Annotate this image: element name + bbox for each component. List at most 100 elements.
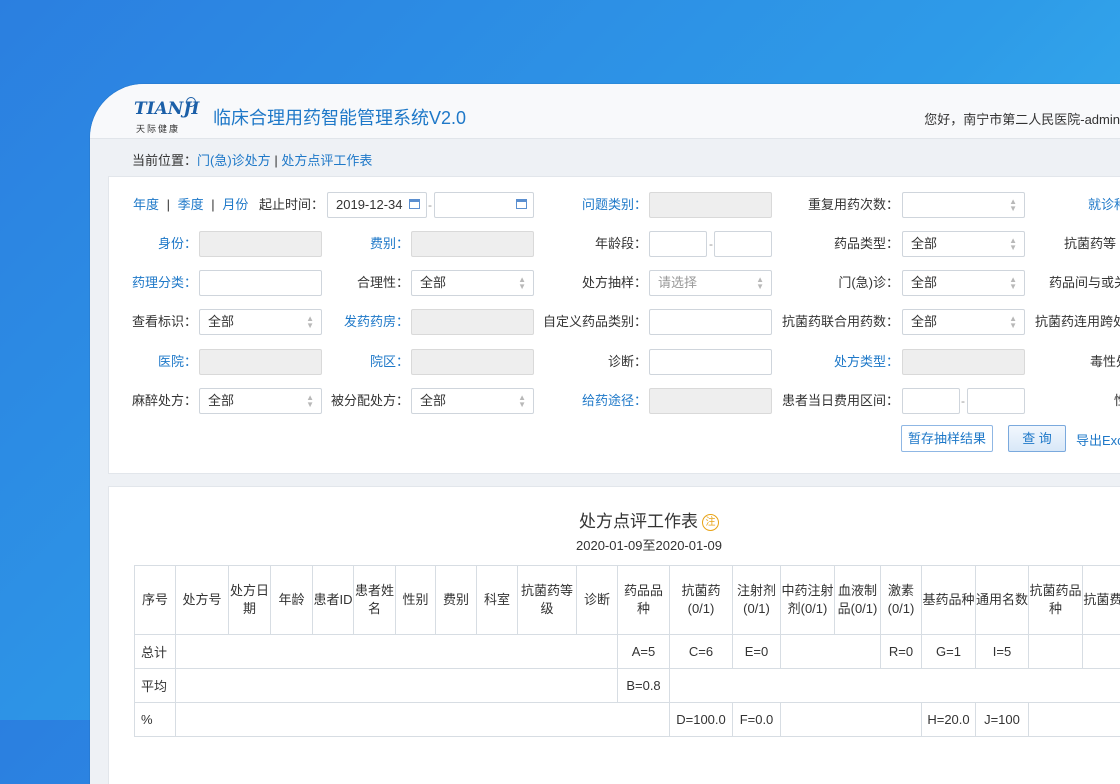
table-cell — [1029, 635, 1083, 669]
rx-type-input[interactable] — [902, 349, 1025, 375]
visit-type-label: 就诊种 — [1088, 192, 1120, 218]
column-header: 序号 — [135, 566, 176, 635]
period-year-link[interactable]: 年度 — [133, 197, 159, 212]
company-logo: TIANJI 天际健康 — [130, 99, 200, 139]
registered-mark-icon — [186, 97, 196, 107]
repeat-count-label: 重复用药次数： — [779, 192, 899, 218]
sampling-label: 处方抽样： — [549, 270, 647, 296]
user-greeting[interactable]: 您好，南宁市第二人民医院-admin — [924, 109, 1120, 128]
gender-label: 性 — [1114, 388, 1120, 414]
table-cell — [176, 635, 618, 669]
row-label: 平均 — [135, 669, 176, 703]
column-header: 血液制品(0/1) — [835, 566, 881, 635]
drug-type-select[interactable]: 全部 ▲▼ — [902, 231, 1025, 257]
antibacterial-grade-label: 抗菌药等 — [1064, 231, 1116, 257]
column-header: 年龄 — [271, 566, 313, 635]
cross-prescription-label: 抗菌药连用跨处 — [1035, 309, 1120, 335]
view-flag-select[interactable]: 全部 ▲▼ — [199, 309, 322, 335]
period-month-link[interactable]: 月份 — [222, 197, 248, 212]
sampling-select[interactable]: 请选择 ▲▼ — [649, 270, 772, 296]
table-cell — [781, 635, 881, 669]
dispensing-pharmacy-label: 发药药房： — [319, 309, 409, 335]
select-arrows-icon: ▲▼ — [1009, 315, 1017, 329]
hospital-input[interactable] — [199, 349, 322, 375]
report-panel: 处方点评工作表注 2020-01-09至2020-01-09 序号 处方号 处方… — [108, 486, 1120, 784]
calendar-icon[interactable] — [409, 199, 420, 209]
pharm-class-label: 药理分类： — [109, 270, 197, 296]
breadcrumb-current-page[interactable]: 处方点评工作表 — [281, 153, 372, 168]
table-cell: B=0.8 — [618, 669, 670, 703]
table-cell — [176, 669, 618, 703]
row-label: 总计 — [135, 635, 176, 669]
select-arrows-icon: ▲▼ — [518, 394, 526, 408]
start-date-input[interactable]: 2019-12-34 — [327, 192, 427, 218]
breadcrumb-prefix: 当前位置： — [132, 153, 197, 168]
diagnosis-label: 诊断： — [549, 349, 647, 375]
narcotic-select[interactable]: 全部 ▲▼ — [199, 388, 322, 414]
outpatient-select[interactable]: 全部 ▲▼ — [902, 270, 1025, 296]
column-header: 处方日期 — [229, 566, 271, 635]
column-header: 抗菌药(0/1) — [670, 566, 733, 635]
daily-cost-min-input[interactable] — [902, 388, 960, 414]
identity-input[interactable] — [199, 231, 322, 257]
rationality-label: 合理性： — [319, 270, 409, 296]
rationality-select[interactable]: 全部 ▲▼ — [411, 270, 534, 296]
column-header: 注射剂(0/1) — [733, 566, 781, 635]
calendar-icon[interactable] — [516, 199, 527, 209]
rationality-value: 全部 — [420, 275, 446, 290]
date-range-label: 起止时间： — [259, 192, 324, 218]
app-window: TIANJI 天际健康 临床合理用药智能管理系统V2.0 您好，南宁市第二人民医… — [90, 84, 1120, 784]
toxic-rx-label: 毒性处 — [1090, 349, 1120, 375]
fee-type-input[interactable] — [411, 231, 534, 257]
report-title-text: 处方点评工作表 — [579, 512, 698, 531]
problem-type-label: 问题类别： — [549, 192, 647, 218]
select-arrows-icon: ▲▼ — [756, 276, 764, 290]
problem-type-input[interactable] — [649, 192, 772, 218]
custom-category-input[interactable] — [649, 309, 772, 335]
campus-label: 院区： — [319, 349, 409, 375]
top-bar: TIANJI 天际健康 临床合理用药智能管理系统V2.0 您好，南宁市第二人民医… — [90, 84, 1120, 139]
column-header: 诊断 — [577, 566, 618, 635]
age-max-input[interactable] — [714, 231, 772, 257]
select-arrows-icon: ▲▼ — [306, 315, 314, 329]
query-button[interactable]: 查 询 — [1008, 425, 1066, 452]
export-excel-link[interactable]: 导出Exc — [1076, 430, 1120, 449]
note-icon[interactable]: 注 — [702, 514, 719, 531]
route-input[interactable] — [649, 388, 772, 414]
rx-type-label: 处方类型： — [779, 349, 899, 375]
save-sample-button[interactable]: 暂存抽样结果 — [901, 425, 993, 452]
end-date-input[interactable] — [434, 192, 534, 218]
column-header: 费别 — [436, 566, 477, 635]
combo-count-label: 抗菌药联合用药数： — [769, 309, 899, 335]
age-min-input[interactable] — [649, 231, 707, 257]
assigned-select[interactable]: 全部 ▲▼ — [411, 388, 534, 414]
cost-range-dash: - — [961, 388, 965, 414]
outpatient-value: 全部 — [911, 275, 937, 290]
breadcrumb-outpatient-link[interactable]: 门(急)诊处方 — [197, 153, 271, 168]
daily-cost-max-input[interactable] — [967, 388, 1025, 414]
column-header: 中药注射剂(0/1) — [781, 566, 835, 635]
column-header: 抗菌费( — [1083, 566, 1120, 635]
daily-cost-label: 患者当日费用区间： — [769, 388, 899, 414]
campus-input[interactable] — [411, 349, 534, 375]
repeat-count-select[interactable]: ▲▼ — [902, 192, 1025, 218]
combo-count-value: 全部 — [911, 314, 937, 329]
column-header: 患者ID — [313, 566, 354, 635]
table-row: 总计 A=5 C=6 E=0 R=0 G=1 I=5 — [135, 635, 1120, 669]
diagnosis-input[interactable] — [649, 349, 772, 375]
pharm-class-input[interactable] — [199, 270, 322, 296]
dispensing-pharmacy-input[interactable] — [411, 309, 534, 335]
combo-count-select[interactable]: 全部 ▲▼ — [902, 309, 1025, 335]
select-arrows-icon: ▲▼ — [1009, 237, 1017, 251]
logo-subtitle: 天际健康 — [136, 122, 180, 135]
date-range-dash: - — [428, 192, 432, 218]
view-flag-label: 查看标识： — [109, 309, 197, 335]
custom-category-label: 自定义药品类别： — [529, 309, 647, 335]
table-row: 平均 B=0.8 — [135, 669, 1120, 703]
period-separator: | — [211, 197, 214, 212]
period-switch: 年度 | 季度 | 月份 — [133, 192, 248, 218]
breadcrumb: 当前位置：门(急)诊处方 | 处方点评工作表 — [132, 150, 372, 169]
column-header: 激素(0/1) — [881, 566, 922, 635]
period-quarter-link[interactable]: 季度 — [178, 197, 204, 212]
breadcrumb-separator: | — [274, 153, 277, 168]
